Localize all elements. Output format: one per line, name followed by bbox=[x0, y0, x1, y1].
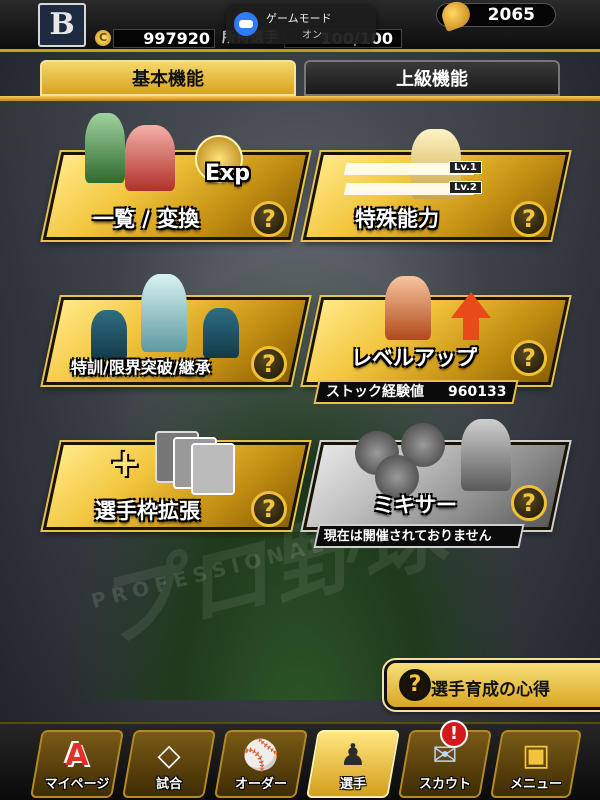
mixer-label: ミキサー bbox=[373, 493, 457, 517]
toast-title: ゲームモード bbox=[266, 12, 332, 25]
list-convert-label: 一覧 / 変換 bbox=[93, 207, 200, 231]
nav-players[interactable]: ♟ 選手 bbox=[306, 730, 400, 798]
level-2-tag: Lv.2 bbox=[449, 181, 482, 194]
level-up-label: レベルアップ bbox=[351, 346, 477, 370]
menu-icon: ▣ bbox=[521, 738, 551, 773]
gamepad-icon bbox=[234, 12, 258, 36]
training-help-button[interactable]: ? bbox=[251, 346, 287, 382]
nav-scout-label: スカウト bbox=[418, 777, 471, 792]
coin-icon: C bbox=[95, 30, 111, 46]
special-ability-help-button[interactable]: ? bbox=[511, 201, 547, 237]
exp-label: Exp bbox=[205, 161, 250, 186]
mixer-help-button[interactable]: ? bbox=[511, 485, 547, 521]
nav-mypage[interactable]: A マイページ bbox=[30, 730, 124, 798]
pitcher-art-icon bbox=[125, 125, 175, 191]
mypage-icon: A bbox=[65, 738, 89, 773]
player-art-icon bbox=[461, 419, 511, 491]
nav-game[interactable]: ◇ 試合 bbox=[122, 730, 216, 798]
nav-game-label: 試合 bbox=[155, 777, 182, 792]
nav-mypage-label: マイページ bbox=[44, 777, 110, 792]
nav-menu-label: メニュー bbox=[509, 777, 562, 792]
silhouette-right-icon bbox=[203, 308, 239, 358]
stock-exp-strip: ストック経験値 960133 bbox=[313, 380, 519, 404]
list-convert-help-button[interactable]: ? bbox=[251, 201, 287, 237]
player-art-icon bbox=[85, 113, 125, 183]
expand-slots-button[interactable]: + 選手枠拡張 ? bbox=[40, 431, 312, 532]
stock-exp-value: 960133 bbox=[447, 384, 506, 400]
level-1-tag: Lv.1 bbox=[449, 161, 482, 174]
expand-slots-label: 選手枠拡張 bbox=[95, 499, 200, 523]
arrow-up-icon bbox=[451, 292, 491, 318]
background-watermark-sub: PROFESSIONAL bbox=[88, 530, 331, 614]
plus-icon: + bbox=[109, 441, 141, 485]
bottom-navigation: A マイページ ◇ 試合 ⚾ オーダー ♟ 選手 ✉ スカウト ▣ メニュー bbox=[0, 722, 600, 800]
field-icon: ◇ bbox=[157, 738, 181, 773]
arrow-up-stem bbox=[463, 316, 479, 340]
player-art-icon bbox=[385, 276, 431, 340]
mixer-button[interactable]: ミキサー ? bbox=[300, 419, 572, 532]
toast-subtitle: オン bbox=[302, 30, 322, 41]
stock-exp-label: ストック経験値 bbox=[326, 384, 424, 400]
lineup-icon: ⚾ bbox=[242, 738, 280, 773]
list-convert-button[interactable]: Exp 一覧 / 変換 ? bbox=[40, 113, 312, 242]
nav-menu[interactable]: ▣ メニュー bbox=[490, 730, 582, 798]
team-logo[interactable]: B bbox=[38, 3, 86, 47]
training-tips-button[interactable]: ? 選手育成の心得 bbox=[382, 658, 600, 712]
coin-counter: 997920 bbox=[113, 29, 215, 48]
silhouette-left-icon bbox=[91, 310, 127, 360]
training-tips-label: 選手育成の心得 bbox=[431, 680, 550, 700]
player-art-icon bbox=[141, 274, 187, 352]
nav-order-label: オーダー bbox=[234, 777, 287, 792]
special-ability-button[interactable]: Lv.1 Lv.2 特殊能力 ? bbox=[300, 129, 572, 242]
game-mode-toast: ゲームモード オン bbox=[226, 4, 376, 44]
training-button[interactable]: 特訓/限界突破/継承 ? bbox=[40, 274, 312, 387]
question-icon: ? bbox=[399, 669, 431, 701]
player-icon: ♟ bbox=[339, 738, 367, 773]
training-label: 特訓/限界突破/継承 bbox=[71, 358, 211, 377]
level-up-help-button[interactable]: ? bbox=[511, 340, 547, 376]
expand-slots-help-button[interactable]: ? bbox=[251, 491, 287, 527]
mixer-status-text: 現在は開催されておりません bbox=[323, 529, 492, 544]
tab-basic-features[interactable]: 基本機能 bbox=[40, 60, 296, 96]
special-ability-label: 特殊能力 bbox=[355, 207, 439, 231]
notification-badge: ! bbox=[440, 720, 468, 748]
level-up-button[interactable]: レベルアップ ? bbox=[300, 276, 572, 387]
mixer-status-strip: 現在は開催されておりません bbox=[313, 524, 525, 548]
tab-advanced-features[interactable]: 上級機能 bbox=[304, 60, 560, 96]
card-stack-icon bbox=[191, 443, 235, 495]
nav-players-label: 選手 bbox=[339, 777, 366, 792]
tab-underline bbox=[0, 96, 600, 101]
nav-order[interactable]: ⚾ オーダー bbox=[214, 730, 308, 798]
